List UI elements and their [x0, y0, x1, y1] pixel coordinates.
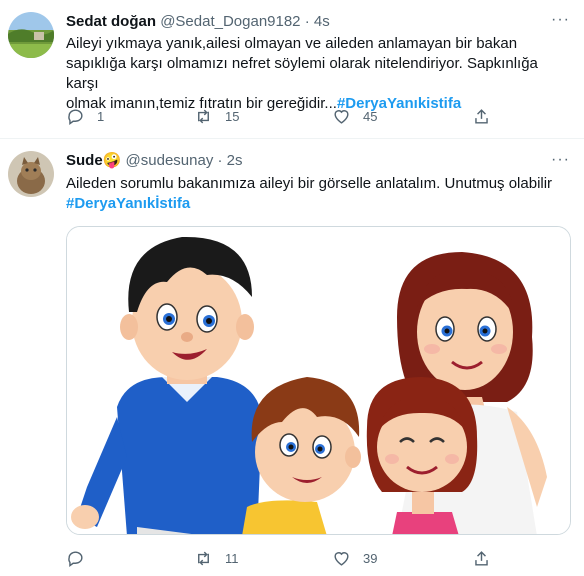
tweet-text: Aileyi yıkmaya yanık,ailesi olmayan ve a… — [66, 34, 570, 114]
like-button[interactable]: 39 — [332, 548, 377, 568]
author-name[interactable]: Sude — [66, 152, 103, 169]
retweet-count: 15 — [225, 108, 240, 124]
tweet-text-line: Aileyi yıkmaya yanık,ailesi olmayan ve a… — [66, 35, 518, 52]
share-button[interactable] — [472, 548, 491, 568]
separator: · — [304, 13, 310, 30]
avatar[interactable] — [8, 151, 54, 197]
like-count: 45 — [363, 108, 378, 124]
tweet-header: Sedat doğan @Sedat_Dogan9182 · 4s — [66, 13, 330, 31]
tweet[interactable]: Sude🤪 @sudesunay · 2s ··· Aileden soruml… — [0, 140, 584, 576]
timestamp[interactable]: 4s — [314, 13, 330, 30]
author-name[interactable]: Sedat doğan — [66, 13, 156, 30]
like-count: 39 — [363, 550, 378, 566]
tweet-text-line: Aileden sorumlu bakanımıza aileyi bir gö… — [66, 175, 553, 192]
retweet-icon — [198, 551, 209, 565]
tweet-image[interactable] — [66, 226, 571, 535]
tweet-actions: 11 39 — [66, 548, 506, 568]
tweet-header: Sude🤪 @sudesunay · 2s — [66, 152, 243, 170]
family-cartoon-image — [67, 227, 570, 534]
retweet-count: 11 — [225, 550, 239, 566]
reply-button[interactable]: 1 — [66, 106, 104, 126]
emoji: 🤪 — [102, 152, 122, 169]
share-button[interactable] — [472, 106, 491, 126]
share-icon — [475, 550, 488, 566]
heart-icon — [334, 551, 349, 566]
tweet-text: Aileden sorumlu bakanımıza aileyi bir gö… — [66, 174, 570, 214]
tweet-actions: 1 15 45 — [66, 106, 506, 126]
share-icon — [475, 108, 488, 124]
reply-count: 1 — [97, 108, 105, 124]
tweet-text-line: sapıklığa karşı olmamızı nefret söylemi … — [66, 55, 538, 92]
like-button[interactable]: 45 — [332, 106, 377, 126]
timestamp[interactable]: 2s — [227, 152, 243, 169]
author-handle[interactable]: @sudesunay — [126, 152, 214, 169]
more-icon[interactable]: ··· — [551, 12, 570, 28]
tweet[interactable]: Sedat doğan @Sedat_Dogan9182 · 4s ··· Ai… — [0, 0, 584, 139]
author-handle[interactable]: @Sedat_Dogan9182 — [160, 13, 300, 30]
more-icon[interactable]: ··· — [551, 152, 570, 168]
reply-icon — [68, 550, 83, 567]
separator: · — [217, 152, 223, 169]
hashtag-link[interactable]: #DeryaYanıkİstifa — [66, 194, 570, 214]
retweet-button[interactable]: 11 — [194, 548, 239, 568]
reply-button[interactable] — [66, 548, 97, 568]
reply-icon — [68, 108, 83, 125]
retweet-button[interactable]: 15 — [194, 106, 239, 126]
retweet-icon — [198, 109, 209, 123]
avatar[interactable] — [8, 12, 54, 58]
heart-icon — [334, 109, 349, 124]
